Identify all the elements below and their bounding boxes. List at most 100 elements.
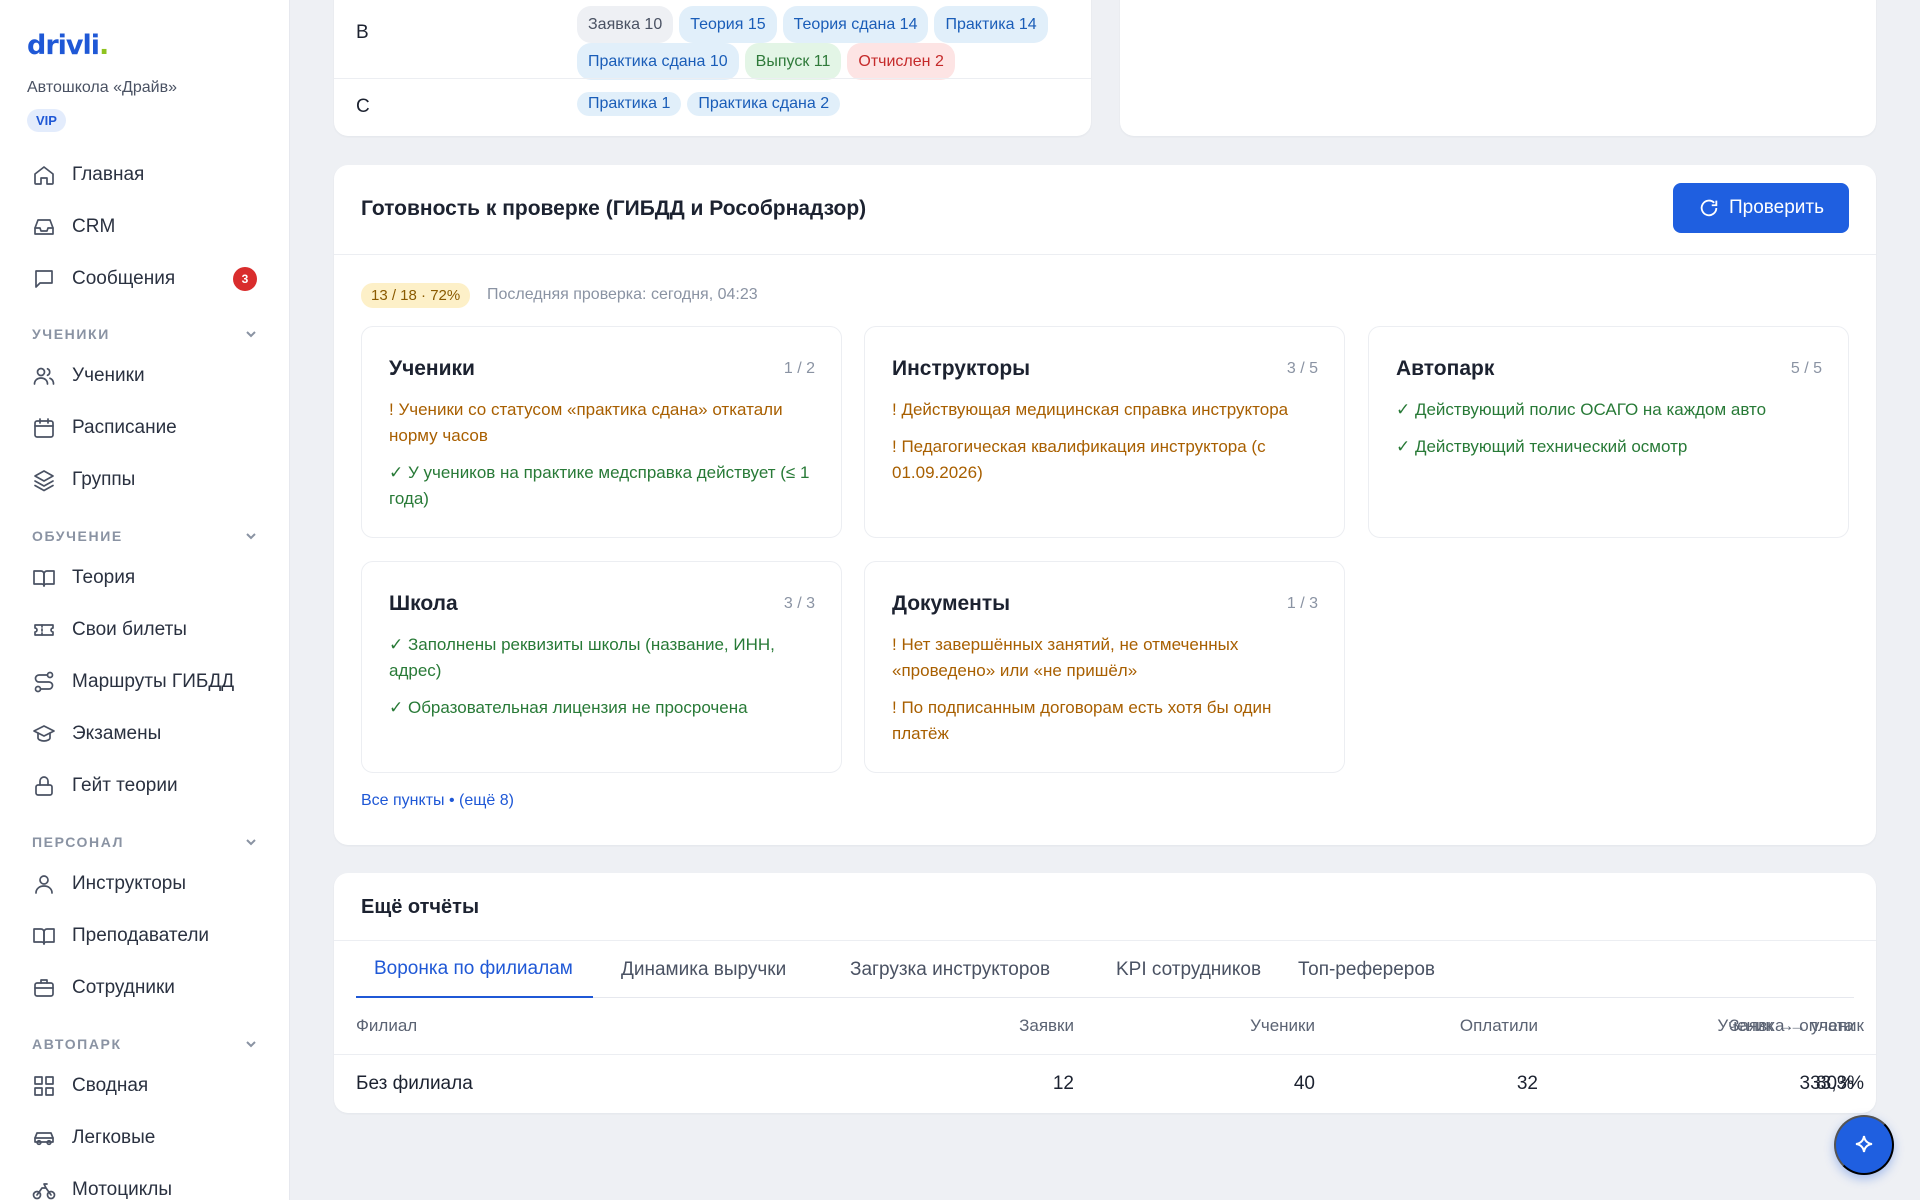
home-icon [34, 166, 54, 185]
header-divider [334, 254, 1876, 255]
logo[interactable]: drivli. [27, 30, 289, 61]
sidebar-item-label: Расписание [72, 417, 177, 438]
sidebar-item-groups[interactable]: Группы [0, 458, 290, 502]
students-cell: 40 [1293, 1073, 1315, 1094]
sidebar-item-label: Сотрудники [72, 977, 175, 998]
readiness-card-instructors[interactable]: Инструкторы 3 / 5 ! Действующая медицинс… [864, 326, 1345, 538]
sidebar-item-theory-gate[interactable]: Гейт теории [0, 764, 290, 808]
readiness-card-school[interactable]: Школа 3 / 3 ✓ Заполнены реквизиты школы … [361, 561, 842, 773]
sidebar-item-own-tickets[interactable]: Свои билеты [0, 608, 290, 652]
calendar-icon [34, 418, 54, 438]
inbox-icon [34, 219, 54, 235]
sidebar: drivli. Автошкола «Драйв» VIP Главная CR… [0, 0, 290, 1200]
status-chip: Выпуск 11 [744, 43, 842, 80]
section-students[interactable]: УЧЕНИКИ [32, 326, 258, 342]
sidebar-item-instructors[interactable]: Инструкторы [0, 862, 290, 906]
readiness-card-students[interactable]: Ученики 1 / 2 ! Ученики со статусом «пра… [361, 326, 842, 538]
warning-item: ! Нет завершённых занятий, не отмеченных… [892, 635, 1239, 680]
sidebar-item-label: Легковые [72, 1127, 156, 1148]
all-points-link[interactable]: Все пункты • (ещё 8) [361, 792, 514, 810]
status-chip: Теория сдана 14 [782, 6, 929, 43]
motorcycle-icon [32, 1183, 56, 1200]
graduation-cap-icon [33, 725, 55, 742]
sidebar-item-schedule[interactable]: Расписание [0, 406, 290, 450]
section-title: ОБУЧЕНИЕ [32, 528, 123, 544]
readiness-card-count: 1 / 2 [783, 360, 815, 377]
ok-item: ✓ Образовательная лицензия не просрочена [389, 698, 748, 717]
column-header: Оплатили [1459, 1016, 1538, 1035]
table-header-divider [334, 1054, 1876, 1055]
sidebar-item-exams[interactable]: Экзамены [0, 712, 290, 756]
last-check-text: Последняя проверка: сегодня, 04:23 [487, 286, 758, 303]
readiness-card-count: 3 / 5 [1286, 360, 1318, 377]
grid-icon [34, 1076, 54, 1096]
book-open-icon [33, 928, 55, 945]
category-cell: B [356, 22, 369, 43]
warning-item: ! Ученики со статусом «практика сдана» о… [389, 400, 783, 445]
status-chip: Практика 14 [934, 6, 1048, 43]
table-row: C 3 Практика 1Практика сдана 2 [334, 79, 1106, 136]
sidebar-item-label: Мотоциклы [72, 1179, 173, 1200]
sidebar-item-label: Группы [72, 469, 136, 490]
sidebar-item-motorcycles[interactable]: Мотоциклы [0, 1168, 290, 1200]
readiness-card-title: Ученики [389, 357, 475, 380]
readiness-card-documents[interactable]: Документы 1 / 3 ! Нет завершённых заняти… [864, 561, 1345, 773]
sidebar-item-fleet-summary[interactable]: Сводная [0, 1064, 290, 1108]
sidebar-item-teachers[interactable]: Преподаватели [0, 914, 290, 958]
sidebar-item-home[interactable]: Главная [0, 153, 290, 197]
readiness-card-title: Документы [892, 592, 1011, 615]
tab-revenue-dynamics[interactable]: Динамика выручки [603, 941, 804, 998]
sidebar-item-label: Маршруты ГИБДД [72, 671, 235, 692]
book-icon [33, 570, 55, 587]
check-button[interactable]: Проверить [1673, 183, 1849, 233]
tab-branch-funnel[interactable]: Воронка по филиалам [356, 941, 593, 998]
column-header: Филиал [356, 1016, 418, 1035]
column-header: Ученики [1250, 1016, 1315, 1035]
chat-icon [35, 270, 53, 288]
status-chip: Практика сдана 10 [577, 43, 739, 80]
report-tabs: Воронка по филиалам Динамика выручки Заг… [356, 941, 1854, 998]
sidebar-item-label: Инструкторы [72, 873, 187, 894]
status-chip: Практика сдана 2 [687, 92, 841, 116]
sidebar-item-label: CRM [72, 216, 116, 237]
reports-card: Ещё отчёты Воронка по филиалам Динамика … [334, 873, 1876, 1113]
chevron-down-icon [246, 331, 256, 338]
section-title: ПЕРСОНАЛ [32, 834, 125, 850]
student-to-payment-cell: 80% [1815, 1073, 1854, 1094]
table-row: B 76 Заявка 10Теория 15Теория сдана 14Пр… [334, 0, 1106, 80]
sidebar-item-label: Свои билеты [72, 619, 187, 640]
ok-item: ✓ Заполнены реквизиты школы (название, И… [389, 635, 775, 680]
section-fleet[interactable]: АВТОПАРК [32, 1036, 258, 1052]
chevron-down-icon [246, 839, 256, 846]
status-chips: Заявка 10 Теория 15 Теория сдана 14 Практик… [577, 6, 1057, 80]
ok-item: ✓ Действующий полис ОСАГО на каждом авто [1396, 400, 1767, 419]
section-staff[interactable]: ПЕРСОНАЛ [32, 834, 258, 850]
readiness-card: Готовность к проверке (ГИБДД и Рособрнад… [334, 165, 1876, 845]
requests-cell: 12 [1052, 1073, 1074, 1094]
sidebar-item-crm[interactable]: CRM [0, 205, 290, 249]
section-title: АВТОПАРК [32, 1036, 122, 1052]
tab-instructor-load[interactable]: Загрузка инструкторов [832, 941, 1068, 998]
sidebar-item-label: Теория [72, 567, 136, 588]
sidebar-item-students[interactable]: Ученики [0, 354, 290, 398]
readiness-card-title: Школа [389, 592, 458, 615]
unread-badge: 3 [233, 267, 257, 291]
sidebar-item-employees[interactable]: Сотрудники [0, 966, 290, 1010]
sidebar-item-theory[interactable]: Теория [0, 556, 290, 600]
readiness-card-title: Инструкторы [892, 357, 1031, 380]
sidebar-item-messages[interactable]: Сообщения 3 [0, 257, 290, 301]
section-training[interactable]: ОБУЧЕНИЕ [32, 528, 258, 544]
sidebar-item-label: Сводная [72, 1075, 149, 1096]
assistant-fab[interactable] [1834, 1115, 1894, 1175]
sidebar-item-routes[interactable]: Маршруты ГИБДД [0, 660, 290, 704]
school-name: Автошкола «Драйв» [27, 79, 177, 96]
status-chip: Теория 15 [679, 6, 777, 43]
readiness-card-fleet[interactable]: Автопарк 5 / 5 ✓ Действующий полис ОСАГО… [1368, 326, 1849, 538]
branch-cell: Без филиала [356, 1073, 473, 1094]
sidebar-item-label: Сообщения [72, 268, 176, 289]
sidebar-item-label: Ученики [72, 365, 145, 386]
chevron-down-icon [246, 1041, 256, 1048]
tab-top-referrers[interactable]: Топ-рефереров [1280, 941, 1453, 998]
tab-staff-kpi[interactable]: KPI сотрудников [1098, 941, 1279, 998]
sidebar-item-cars[interactable]: Легковые [0, 1116, 290, 1160]
